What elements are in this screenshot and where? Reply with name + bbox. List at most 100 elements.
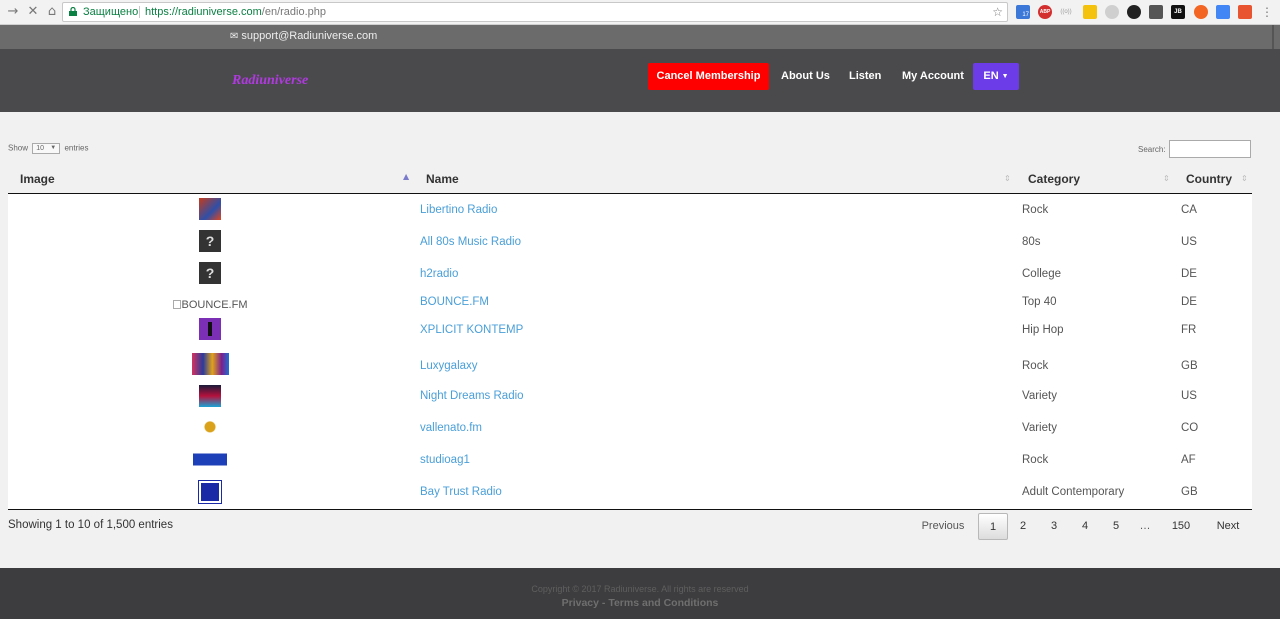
- table-row: Bay Trust Radio Adult Contemporary GB: [8, 480, 1252, 510]
- table-row: BOUNCE.FM BOUNCE.FM Top 40 DE: [8, 292, 1252, 314]
- station-country: GB: [1181, 486, 1198, 498]
- pagination-page-3[interactable]: 3: [1041, 513, 1067, 540]
- pagination-next[interactable]: Next: [1206, 513, 1250, 540]
- contact-strip: ✉ support@Radiuniverse.com: [0, 25, 1280, 49]
- station-category: Variety: [1022, 390, 1057, 402]
- station-name-link[interactable]: XPLICIT KONTEMP: [420, 324, 523, 336]
- entries-select[interactable]: 10 ▼: [32, 143, 61, 154]
- menu-dots-icon[interactable]: ⋮: [1260, 5, 1274, 19]
- table-row: Libertino Radio Rock CA: [8, 198, 1252, 228]
- fox-extension-icon[interactable]: [1238, 5, 1252, 19]
- column-header-category[interactable]: Category: [1028, 172, 1080, 186]
- nav-about-us[interactable]: About Us: [781, 63, 830, 90]
- lock-icon: [69, 7, 77, 16]
- pagination-page-1[interactable]: 1: [978, 513, 1008, 540]
- broken-image-alt-text: BOUNCE.FM: [172, 299, 248, 311]
- sort-both-icon[interactable]: ⇕: [1163, 174, 1170, 183]
- station-country: CO: [1181, 422, 1199, 434]
- station-image-cell: ?: [8, 230, 412, 252]
- station-name-link[interactable]: studioag1: [420, 454, 470, 466]
- station-category: Rock: [1022, 454, 1049, 466]
- station-category: Rock: [1022, 204, 1049, 216]
- translate-extension-icon[interactable]: 17: [1016, 5, 1030, 19]
- placeholder-question-icon: ?: [199, 230, 221, 252]
- copyright-text: Copyright © 2017 Radiuniverse. All right…: [531, 584, 749, 594]
- home-icon[interactable]: ⌂: [43, 3, 61, 21]
- rss-icon[interactable]: ((o)): [1059, 5, 1073, 19]
- keep-extension-icon[interactable]: [1083, 5, 1097, 19]
- station-name-link[interactable]: h2radio: [420, 268, 458, 280]
- table-info: Showing 1 to 10 of 1,500 entries: [8, 519, 173, 531]
- pagination-page-150[interactable]: 150: [1164, 513, 1198, 540]
- adblock-icon[interactable]: ABP: [1038, 5, 1052, 19]
- language-dropdown[interactable]: EN ▼: [973, 63, 1019, 90]
- column-header-name[interactable]: Name: [426, 172, 459, 186]
- station-category: Variety: [1022, 422, 1057, 434]
- privacy-link[interactable]: Privacy: [562, 597, 599, 609]
- station-country: DE: [1181, 268, 1197, 280]
- station-logo-image: [198, 480, 222, 504]
- station-category: Hip Hop: [1022, 324, 1064, 336]
- cancel-membership-button[interactable]: Cancel Membership: [648, 63, 769, 90]
- vpn-extension-icon[interactable]: [1105, 5, 1119, 19]
- pagination-page-2[interactable]: 2: [1010, 513, 1036, 540]
- station-image-cell: [8, 385, 412, 407]
- pagination-previous[interactable]: Previous: [914, 513, 972, 540]
- back-icon[interactable]: →: [4, 3, 22, 21]
- sort-both-icon[interactable]: ⇕: [1004, 174, 1011, 183]
- logo-figure-icon: [208, 322, 212, 336]
- sort-asc-icon[interactable]: ▲: [403, 172, 409, 181]
- footer-link-separator: -: [601, 597, 606, 609]
- nav-listen[interactable]: Listen: [849, 63, 881, 90]
- tampermonkey-icon[interactable]: [1194, 5, 1208, 19]
- station-category: Top 40: [1022, 296, 1057, 308]
- table-row: ? h2radio College DE: [8, 262, 1252, 292]
- station-image-cell: BOUNCE.FM: [8, 296, 412, 314]
- station-name-link[interactable]: Bay Trust Radio: [420, 486, 502, 498]
- language-extension-icon[interactable]: [1216, 5, 1230, 19]
- station-name-link[interactable]: BOUNCE.FM: [420, 296, 489, 308]
- search-input[interactable]: [1169, 140, 1251, 158]
- station-name-link[interactable]: Libertino Radio: [420, 204, 497, 216]
- secure-label: Защищено: [83, 6, 139, 18]
- entries-length-control: Show 10 ▼ entries: [8, 143, 89, 154]
- sort-both-icon[interactable]: ⇕: [1241, 174, 1248, 183]
- terms-link[interactable]: Terms and Conditions: [608, 597, 718, 609]
- table-row: Luxygalaxy Rock GB: [8, 350, 1252, 384]
- table-row: studioag1 Rock AF: [8, 448, 1252, 478]
- station-country: US: [1181, 390, 1197, 402]
- table-row: Night Dreams Radio Variety US: [8, 384, 1252, 414]
- jb-extension-icon[interactable]: JB: [1171, 5, 1185, 19]
- column-header-country[interactable]: Country: [1186, 172, 1232, 186]
- screenshot-extension-icon[interactable]: [1149, 5, 1163, 19]
- station-category: College: [1022, 268, 1061, 280]
- station-logo-image: [199, 385, 221, 407]
- station-logo-image: [191, 353, 229, 375]
- station-name-link[interactable]: Luxygalaxy: [420, 360, 478, 372]
- sync-extension-icon[interactable]: [1127, 5, 1141, 19]
- table-body: Libertino Radio Rock CA ? All 80s Music …: [8, 194, 1252, 510]
- pagination-page-5[interactable]: 5: [1103, 513, 1129, 540]
- omnibox-separator: [139, 6, 140, 18]
- station-logo-image: [193, 449, 227, 471]
- site-logo[interactable]: Radiuniverse: [232, 73, 308, 89]
- station-image-cell: [8, 449, 412, 471]
- address-bar[interactable]: Защищено https://radiuniverse.com/en/rad…: [62, 2, 1008, 22]
- station-name-link[interactable]: All 80s Music Radio: [420, 236, 521, 248]
- bookmark-star-icon[interactable]: ☆: [992, 3, 1003, 21]
- station-name-link[interactable]: vallenato.fm: [420, 422, 482, 434]
- pagination-ellipsis: …: [1139, 520, 1151, 532]
- table-row: XPLICIT KONTEMP Hip Hop FR: [8, 318, 1252, 348]
- station-category: 80s: [1022, 236, 1041, 248]
- station-country: FR: [1181, 324, 1197, 336]
- close-icon[interactable]: ✕: [24, 3, 42, 21]
- support-email[interactable]: ✉ support@Radiuniverse.com: [230, 30, 377, 42]
- station-logo-image: [199, 417, 221, 439]
- station-image-cell: [8, 417, 412, 439]
- pagination-page-4[interactable]: 4: [1072, 513, 1098, 540]
- url-path: /en/radio.php: [261, 6, 326, 18]
- station-name-link[interactable]: Night Dreams Radio: [420, 390, 524, 402]
- table-row: ? All 80s Music Radio 80s US: [8, 230, 1252, 260]
- column-header-image[interactable]: Image: [20, 172, 55, 186]
- nav-my-account[interactable]: My Account: [902, 63, 964, 90]
